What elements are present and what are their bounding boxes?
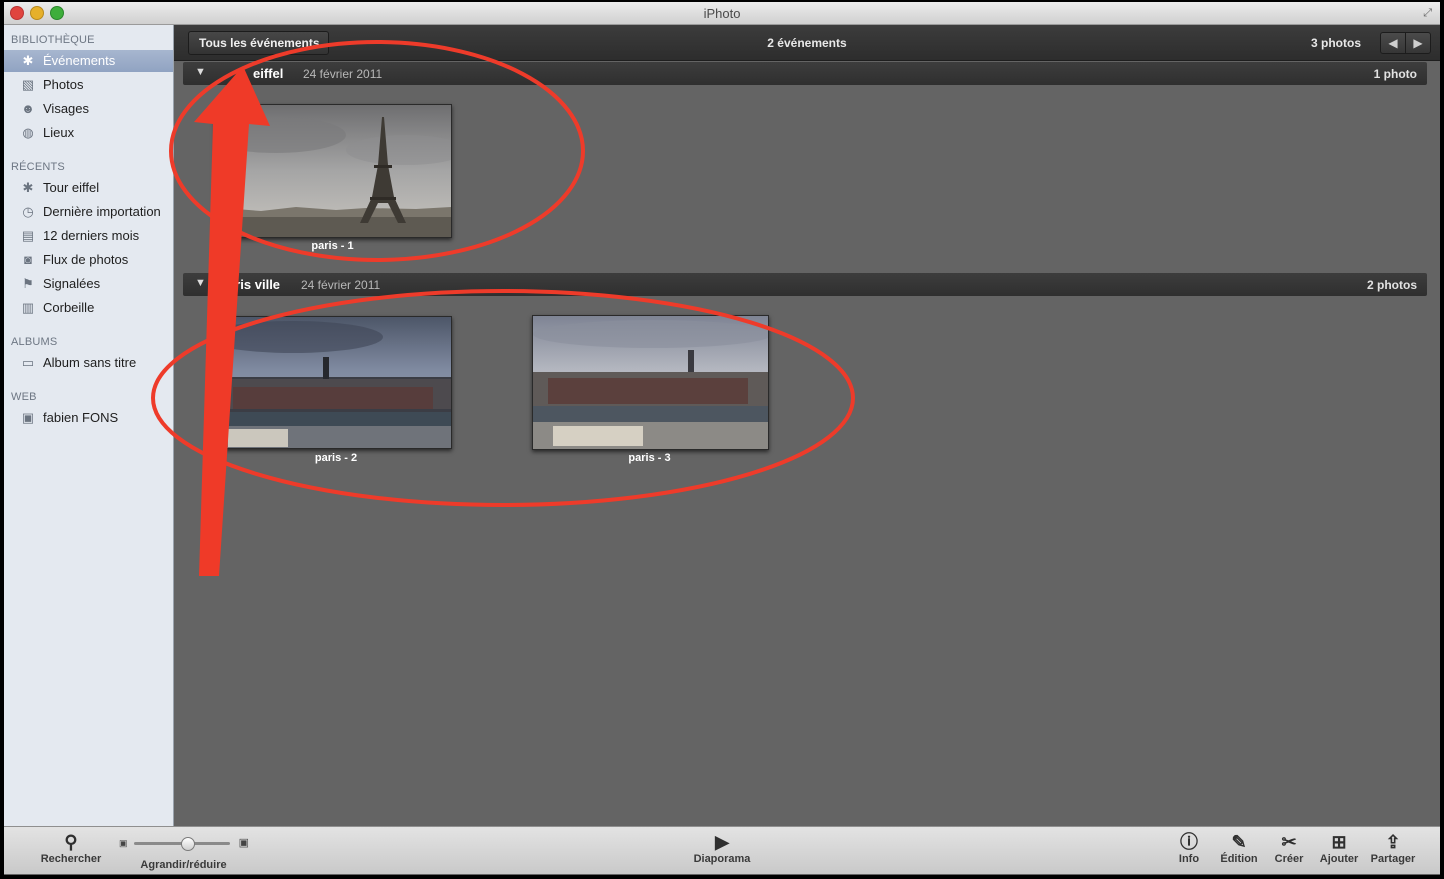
play-icon: ▶ [715,832,729,852]
sidebar-item-label: Album sans titre [43,355,137,370]
event-date: 24 février 2011 [303,67,383,81]
sidebar-item-label: Flux de photos [43,252,129,267]
fullscreen-icon[interactable]: ⤢ [1423,7,1432,20]
event-name: aris ville [228,277,281,292]
web-album-icon: ▣ [21,410,35,425]
arrow-right-icon[interactable]: ▶ [1405,32,1431,54]
eiffel-tower-photo [216,105,451,237]
sidebar-item-label: Lieux [43,125,75,140]
photo-thumbnail-paris-2[interactable] [222,316,452,449]
sidebar-item-label: Événements [43,53,116,68]
paris-skyline-photo [533,316,768,449]
photo-icon: ▧ [21,77,35,92]
photos-count-label: 3 photos [1311,36,1361,50]
section-heading-recents: RÉCENTS [11,161,65,173]
sidebar-item-tour-eiffel[interactable]: ✱ Tour eiffel [4,177,173,199]
photo-caption: paris - 3 [628,452,671,464]
create-icon: ✂ [1281,832,1297,852]
sidebar-item-last-12-months[interactable]: ▤ 12 derniers mois [4,225,173,247]
sidebar-item-photo-stream[interactable]: ◙ Flux de photos [4,249,173,271]
edit-button[interactable]: ✎ Édition [1214,831,1264,865]
sidebar-item-label: Dernière importation [43,204,161,219]
sidebar-item-events[interactable]: ✱ Événements [4,50,173,72]
title-bar: iPhoto ⤢ [4,2,1440,25]
edit-label: Édition [1220,853,1258,865]
share-icon: ⇪ [1385,832,1401,852]
search-button[interactable]: ⚲ Rechercher [36,831,106,865]
event-name: eiffel [253,66,284,81]
event-header-tour-eiffel[interactable]: ▼ eiffel 24 février 2011 1 photo [183,62,1427,85]
event-date: 24 février 2011 [301,278,381,292]
add-label: Ajouter [1319,853,1359,865]
palm-tree-icon: ✱ [22,53,34,68]
share-label: Partager [1370,853,1416,865]
sidebar-item-label: 12 derniers mois [43,228,140,243]
sidebar-item-photos[interactable]: ▧ Photos [4,74,173,96]
globe-icon: ◍ [22,125,34,140]
small-photo-icon: ▣ [119,838,128,848]
disclosure-triangle-icon[interactable]: ▼ [195,277,206,289]
large-photo-icon: ▣ [238,837,249,849]
sidebar: BIBLIOTHÈQUE ✱ Événements ▧ Photos ☻ Vis… [4,25,174,828]
sidebar-item-label: Tour eiffel [43,180,100,195]
sidebar-item-label: Corbeille [43,300,95,315]
slideshow-label: Diaporama [693,853,751,865]
window-title: iPhoto [703,6,741,21]
section-heading-web: WEB [11,391,37,403]
add-button[interactable]: ⊞ Ajouter [1314,831,1364,865]
person-icon: ☻ [21,101,35,116]
photo-caption: paris - 2 [314,452,358,464]
bottom-toolbar: ⚲ Rechercher ▣ ▣ Agrandir/réduire ▶ Diap… [4,826,1440,874]
paris-skyline-photo [223,317,451,448]
calendar-icon: ▤ [21,228,35,243]
pencil-icon: ✎ [1231,832,1247,852]
events-header-bar: Tous les événements 2 événements 3 photo… [174,25,1440,61]
sidebar-item-faces[interactable]: ☻ Visages [4,98,173,120]
sidebar-item-places[interactable]: ◍ Lieux [4,122,173,144]
sidebar-item-label: Signalées [43,276,101,291]
info-label: Info [1178,853,1200,865]
slider-knob[interactable] [180,837,195,851]
search-label: Rechercher [40,853,102,865]
event-photo-count: 2 photos [1367,278,1417,292]
sidebar-item-label: Photos [43,77,84,92]
event-header-paris-ville[interactable]: ▼ aris ville 24 février 2011 2 photos [183,273,1427,296]
section-heading-albums: ALBUMS [11,336,58,348]
album-icon: ▭ [21,355,35,370]
magnifier-icon: ⚲ [64,832,78,852]
flag-icon: ⚑ [22,276,34,291]
sidebar-item-trash[interactable]: ▥ Corbeille [4,297,173,319]
zoom-label: Agrandir/réduire [140,859,227,871]
arrow-left-icon[interactable]: ◀ [1380,32,1406,54]
sidebar-item-label: Visages [43,101,90,116]
sidebar-item-last-import[interactable]: ◷ Dernière importation [4,201,173,223]
slideshow-button[interactable]: ▶ Diaporama [682,831,762,865]
photo-stream-icon: ◙ [24,252,32,267]
create-button[interactable]: ✂ Créer [1267,831,1311,865]
palm-tree-icon: ✱ [22,180,34,195]
section-heading-library: BIBLIOTHÈQUE [11,34,95,46]
info-button[interactable]: ⓘ Info [1169,831,1209,865]
events-count-title: 2 événements [767,36,847,50]
photo-thumbnail-paris-3[interactable] [532,315,769,450]
sidebar-item-label: fabien FONS [43,410,119,425]
info-icon: ⓘ [1180,832,1198,852]
zoom-slider[interactable]: ▣ ▣ [119,836,249,851]
sidebar-item-flagged[interactable]: ⚑ Signalées [4,273,173,295]
trash-icon: ▥ [21,300,35,315]
sidebar-item-fabien-fons[interactable]: ▣ fabien FONS [4,407,173,429]
plus-icon: ⊞ [1331,832,1347,852]
event-photo-count: 1 photo [1373,67,1417,81]
photo-thumbnail-paris-1[interactable] [215,104,452,238]
photo-caption: paris - 1 [311,240,354,252]
create-label: Créer [1274,853,1304,865]
sidebar-item-untitled-album[interactable]: ▭ Album sans titre [4,352,173,374]
clock-icon: ◷ [22,204,34,219]
share-button[interactable]: ⇪ Partager [1366,831,1420,865]
disclosure-triangle-icon[interactable]: ▼ [195,66,206,78]
